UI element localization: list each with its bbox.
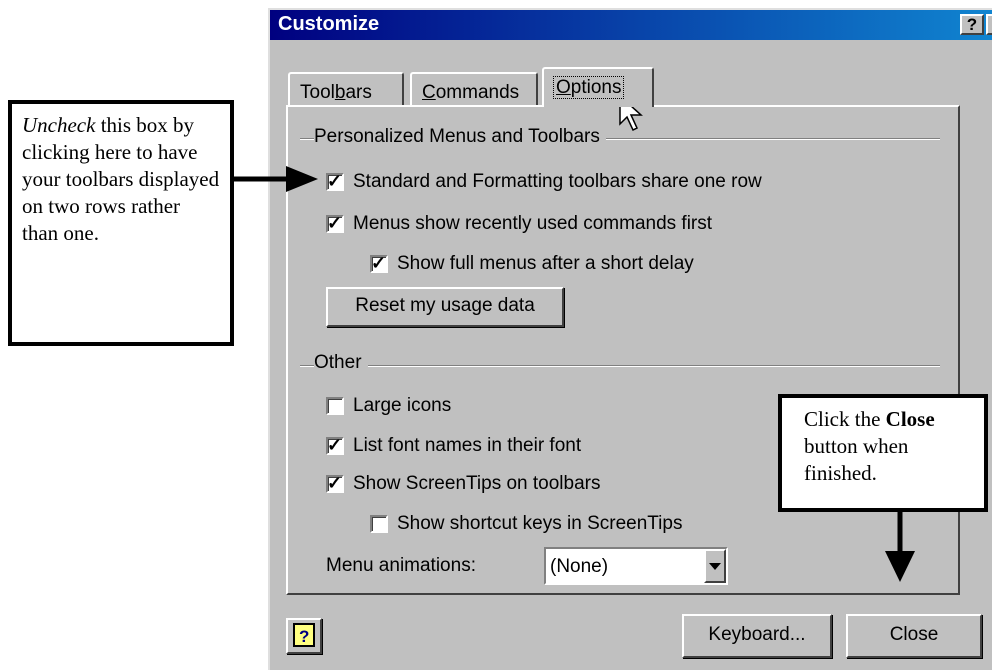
arrow-right-icon <box>234 166 318 192</box>
annotation-arrows <box>234 94 915 582</box>
tab-options[interactable]: Options <box>542 67 654 107</box>
tab-options-label: Options <box>552 76 625 99</box>
arrow-down-icon <box>885 512 915 582</box>
